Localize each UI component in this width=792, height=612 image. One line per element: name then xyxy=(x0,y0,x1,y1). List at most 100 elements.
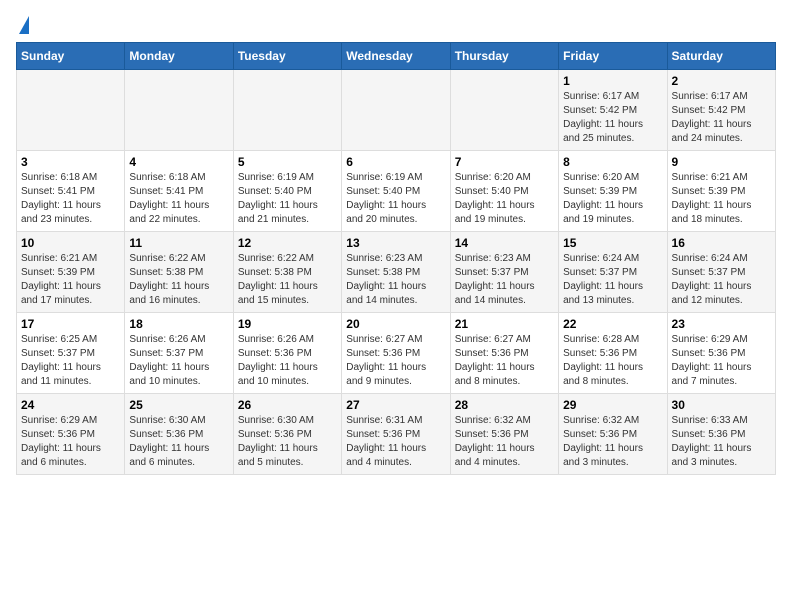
day-number: 23 xyxy=(672,317,771,331)
day-info: Sunrise: 6:27 AM Sunset: 5:36 PM Dayligh… xyxy=(455,333,554,389)
day-number: 2 xyxy=(672,74,771,88)
calendar-header-saturday: Saturday xyxy=(667,43,775,70)
calendar-cell: 21Sunrise: 6:27 AM Sunset: 5:36 PM Dayli… xyxy=(450,313,558,394)
calendar-cell: 5 Sunrise: 6:19 AM Sunset: 5:40 PM Daylig… xyxy=(233,151,341,232)
calendar-cell xyxy=(450,70,558,151)
calendar-header-wednesday: Wednesday xyxy=(342,43,450,70)
day-number: 3 xyxy=(21,155,120,169)
day-info: Sunrise: 6:24 AM Sunset: 5:37 PM Dayligh… xyxy=(672,252,771,308)
calendar-header-row: SundayMondayTuesdayWednesdayThursdayFrid… xyxy=(17,43,776,70)
calendar-week-row: 1Sunrise: 6:17 AM Sunset: 5:42 PM Daylig… xyxy=(17,70,776,151)
day-number: 26 xyxy=(238,398,337,412)
calendar-header-sunday: Sunday xyxy=(17,43,125,70)
page-header xyxy=(16,16,776,32)
calendar-header-monday: Monday xyxy=(125,43,233,70)
day-number: 9 xyxy=(672,155,771,169)
calendar-cell: 9 Sunrise: 6:21 AM Sunset: 5:39 PM Daylig… xyxy=(667,151,775,232)
calendar-cell: 3 Sunrise: 6:18 AM Sunset: 5:41 PM Daylig… xyxy=(17,151,125,232)
day-info: Sunrise: 6:23 AM Sunset: 5:38 PM Dayligh… xyxy=(346,252,445,308)
day-info: Sunrise: 6:32 AM Sunset: 5:36 PM Dayligh… xyxy=(455,414,554,470)
day-number: 30 xyxy=(672,398,771,412)
day-info: Sunrise: 6:19 AM Sunset: 5:40 PM Dayligh… xyxy=(238,171,337,227)
day-info: Sunrise: 6:25 AM Sunset: 5:37 PM Dayligh… xyxy=(21,333,120,389)
day-info: Sunrise: 6:33 AM Sunset: 5:36 PM Dayligh… xyxy=(672,414,771,470)
calendar-cell: 30 Sunrise: 6:33 AM Sunset: 5:36 PM Dayli… xyxy=(667,394,775,475)
day-info: Sunrise: 6:29 AM Sunset: 5:36 PM Dayligh… xyxy=(672,333,771,389)
day-number: 18 xyxy=(129,317,228,331)
calendar-header-thursday: Thursday xyxy=(450,43,558,70)
calendar-cell xyxy=(125,70,233,151)
calendar-header-friday: Friday xyxy=(559,43,667,70)
calendar-cell: 14Sunrise: 6:23 AM Sunset: 5:37 PM Dayli… xyxy=(450,232,558,313)
day-info: Sunrise: 6:24 AM Sunset: 5:37 PM Dayligh… xyxy=(563,252,662,308)
calendar-cell: 10Sunrise: 6:21 AM Sunset: 5:39 PM Dayli… xyxy=(17,232,125,313)
day-number: 11 xyxy=(129,236,228,250)
day-number: 28 xyxy=(455,398,554,412)
day-info: Sunrise: 6:22 AM Sunset: 5:38 PM Dayligh… xyxy=(238,252,337,308)
day-number: 15 xyxy=(563,236,662,250)
calendar-table: SundayMondayTuesdayWednesdayThursdayFrid… xyxy=(16,42,776,475)
calendar-cell: 13 Sunrise: 6:23 AM Sunset: 5:38 PM Dayli… xyxy=(342,232,450,313)
calendar-header-tuesday: Tuesday xyxy=(233,43,341,70)
day-number: 10 xyxy=(21,236,120,250)
day-number: 4 xyxy=(129,155,228,169)
calendar-cell: 22 Sunrise: 6:28 AM Sunset: 5:36 PM Dayli… xyxy=(559,313,667,394)
day-info: Sunrise: 6:31 AM Sunset: 5:36 PM Dayligh… xyxy=(346,414,445,470)
day-info: Sunrise: 6:22 AM Sunset: 5:38 PM Dayligh… xyxy=(129,252,228,308)
calendar-cell: 17 Sunrise: 6:25 AM Sunset: 5:37 PM Dayli… xyxy=(17,313,125,394)
calendar-body: 1Sunrise: 6:17 AM Sunset: 5:42 PM Daylig… xyxy=(17,70,776,475)
day-number: 7 xyxy=(455,155,554,169)
day-number: 16 xyxy=(672,236,771,250)
calendar-cell: 12 Sunrise: 6:22 AM Sunset: 5:38 PM Dayli… xyxy=(233,232,341,313)
day-info: Sunrise: 6:32 AM Sunset: 5:36 PM Dayligh… xyxy=(563,414,662,470)
calendar-cell: 26Sunrise: 6:30 AM Sunset: 5:36 PM Dayli… xyxy=(233,394,341,475)
day-info: Sunrise: 6:17 AM Sunset: 5:42 PM Dayligh… xyxy=(672,90,771,146)
calendar-week-row: 10Sunrise: 6:21 AM Sunset: 5:39 PM Dayli… xyxy=(17,232,776,313)
calendar-cell xyxy=(233,70,341,151)
day-number: 5 xyxy=(238,155,337,169)
calendar-cell xyxy=(342,70,450,151)
day-info: Sunrise: 6:20 AM Sunset: 5:39 PM Dayligh… xyxy=(563,171,662,227)
logo xyxy=(16,16,29,32)
day-number: 17 xyxy=(21,317,120,331)
calendar-week-row: 3 Sunrise: 6:18 AM Sunset: 5:41 PM Daylig… xyxy=(17,151,776,232)
day-info: Sunrise: 6:17 AM Sunset: 5:42 PM Dayligh… xyxy=(563,90,662,146)
day-info: Sunrise: 6:30 AM Sunset: 5:36 PM Dayligh… xyxy=(129,414,228,470)
day-info: Sunrise: 6:23 AM Sunset: 5:37 PM Dayligh… xyxy=(455,252,554,308)
day-info: Sunrise: 6:29 AM Sunset: 5:36 PM Dayligh… xyxy=(21,414,120,470)
day-info: Sunrise: 6:26 AM Sunset: 5:36 PM Dayligh… xyxy=(238,333,337,389)
calendar-cell: 6Sunrise: 6:19 AM Sunset: 5:40 PM Daylig… xyxy=(342,151,450,232)
calendar-cell: 20 Sunrise: 6:27 AM Sunset: 5:36 PM Dayli… xyxy=(342,313,450,394)
day-number: 24 xyxy=(21,398,120,412)
day-number: 19 xyxy=(238,317,337,331)
calendar-cell: 4Sunrise: 6:18 AM Sunset: 5:41 PM Daylig… xyxy=(125,151,233,232)
calendar-cell: 19 Sunrise: 6:26 AM Sunset: 5:36 PM Dayli… xyxy=(233,313,341,394)
calendar-cell: 2 Sunrise: 6:17 AM Sunset: 5:42 PM Daylig… xyxy=(667,70,775,151)
day-number: 12 xyxy=(238,236,337,250)
calendar-cell: 15 Sunrise: 6:24 AM Sunset: 5:37 PM Dayli… xyxy=(559,232,667,313)
day-number: 20 xyxy=(346,317,445,331)
calendar-cell: 18 Sunrise: 6:26 AM Sunset: 5:37 PM Dayli… xyxy=(125,313,233,394)
day-info: Sunrise: 6:28 AM Sunset: 5:36 PM Dayligh… xyxy=(563,333,662,389)
calendar-cell: 25 Sunrise: 6:30 AM Sunset: 5:36 PM Dayli… xyxy=(125,394,233,475)
calendar-cell: 8 Sunrise: 6:20 AM Sunset: 5:39 PM Daylig… xyxy=(559,151,667,232)
day-info: Sunrise: 6:27 AM Sunset: 5:36 PM Dayligh… xyxy=(346,333,445,389)
calendar-week-row: 17 Sunrise: 6:25 AM Sunset: 5:37 PM Dayli… xyxy=(17,313,776,394)
calendar-cell xyxy=(17,70,125,151)
day-number: 27 xyxy=(346,398,445,412)
day-info: Sunrise: 6:20 AM Sunset: 5:40 PM Dayligh… xyxy=(455,171,554,227)
day-number: 13 xyxy=(346,236,445,250)
day-number: 29 xyxy=(563,398,662,412)
day-number: 8 xyxy=(563,155,662,169)
calendar-cell: 27 Sunrise: 6:31 AM Sunset: 5:36 PM Dayli… xyxy=(342,394,450,475)
calendar-cell: 16 Sunrise: 6:24 AM Sunset: 5:37 PM Dayli… xyxy=(667,232,775,313)
day-info: Sunrise: 6:21 AM Sunset: 5:39 PM Dayligh… xyxy=(672,171,771,227)
day-number: 25 xyxy=(129,398,228,412)
day-info: Sunrise: 6:18 AM Sunset: 5:41 PM Dayligh… xyxy=(21,171,120,227)
calendar-cell: 11 Sunrise: 6:22 AM Sunset: 5:38 PM Dayli… xyxy=(125,232,233,313)
calendar-week-row: 24 Sunrise: 6:29 AM Sunset: 5:36 PM Dayli… xyxy=(17,394,776,475)
calendar-cell: 1Sunrise: 6:17 AM Sunset: 5:42 PM Daylig… xyxy=(559,70,667,151)
day-number: 22 xyxy=(563,317,662,331)
calendar-cell: 28 Sunrise: 6:32 AM Sunset: 5:36 PM Dayli… xyxy=(450,394,558,475)
day-info: Sunrise: 6:26 AM Sunset: 5:37 PM Dayligh… xyxy=(129,333,228,389)
